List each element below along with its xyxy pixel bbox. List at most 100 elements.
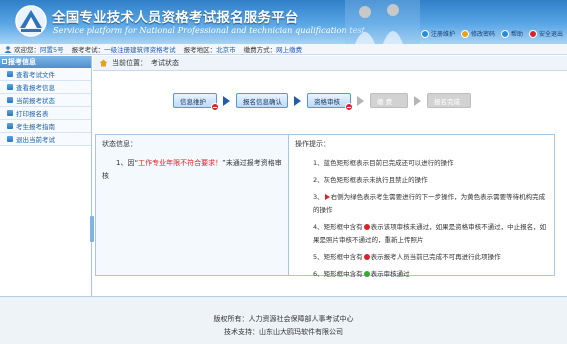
register-maintain-label: 注册维护: [430, 31, 455, 38]
tip-3: 3、 右侧为绿色表示考生需要进行的下一步操作，为黄色表示需要等待机构完成的操作: [295, 191, 548, 217]
minus-icon: [363, 254, 370, 260]
sidebar-item-label: 考生报考指南: [16, 123, 55, 131]
pta-logo-icon: [15, 5, 47, 37]
sidebar-header[interactable]: 报考信息: [0, 56, 91, 68]
user-icon: [4, 46, 12, 53]
sidebar-item-label: 查看报考信息: [16, 84, 55, 92]
step-info-maintain[interactable]: 信息维护: [173, 93, 219, 111]
tip-number: 5、: [313, 253, 324, 261]
tip-text-after: 表示审核通过: [370, 270, 410, 278]
sidebar-item-view-application[interactable]: 查看报考信息: [0, 81, 91, 94]
arrow-right-icon: [223, 95, 230, 106]
check-icon: [363, 271, 370, 277]
collapse-icon: [2, 59, 7, 64]
status-message: 1、因“工作专业年限不符合要求！”未通过报考资格审核: [102, 157, 282, 183]
arrow-right-icon: [294, 95, 301, 106]
help-icon: [500, 29, 509, 38]
region-label: 报考地区：: [183, 46, 217, 54]
welcome-label: 欢迎您：: [14, 46, 40, 54]
location-value: 考试状态: [151, 59, 179, 67]
sidebar-title: 报考信息: [8, 58, 36, 66]
list-bullet-icon: [7, 71, 13, 77]
list-bullet-icon: [7, 84, 13, 90]
sidebar-item-label: 打印报名表: [16, 110, 49, 118]
step-label: 缴 费: [377, 97, 393, 106]
error-icon: [211, 103, 219, 111]
exam-value: 一级注册建筑师资格考试: [104, 46, 176, 54]
location-label: 当前位置：: [112, 59, 147, 67]
breadcrumb: 当前位置： 考试状态: [93, 56, 567, 71]
copyright-text: 版权所有：人力资源社会保障部人事考试中心: [213, 315, 354, 323]
help-label: 帮助: [510, 31, 523, 38]
sidebar-item-view-exam-files[interactable]: 查看考试文件: [0, 68, 91, 81]
tip-text: 灰色矩形框表示未执行且禁止的操作: [323, 176, 428, 184]
status-panel: 状态信息： 1、因“工作专业年限不符合要求！”未通过报考资格审核 操作提示： 1…: [95, 134, 555, 278]
user-info-bar: 欢迎您：阿置5号 报考考试：一级注册建筑师资格考试 报考地区：北京市 缴费方式：…: [0, 44, 567, 55]
tips-box: 操作提示： 1、蓝色矩形框表示目前已完成还可以进行的操作 2、灰色矩形框表示未执…: [289, 135, 554, 278]
sidebar-item-print-form[interactable]: 打印报名表: [0, 107, 91, 120]
list-bullet-icon: [7, 97, 13, 103]
header-people-image: [345, 0, 420, 44]
list-bullet-icon: [7, 110, 13, 116]
sidebar-item-label: 当前报考状态: [16, 97, 55, 105]
sidebar-item-label: 查看考试文件: [16, 71, 55, 79]
tip-4: 4、矩形框中含有 表示该项审核未通过，如果是资格审核不通过，中止报名，如果是照片审…: [295, 221, 548, 247]
logout-label: 安全退出: [538, 31, 563, 38]
change-password-link[interactable]: 修改密码: [460, 29, 495, 38]
step-label: 报名完成: [434, 97, 460, 106]
status-title: 状态信息：: [102, 140, 137, 148]
tip-1: 1、蓝色矩形框表示目前已完成还可以进行的操作: [295, 157, 548, 170]
tip-number: 1、: [313, 159, 324, 167]
step-confirm-info[interactable]: 报名信息确认: [236, 93, 288, 108]
arrow-right-icon: [414, 95, 421, 106]
home-icon: [99, 59, 108, 67]
site-title: 全国专业技术人员资格考试报名服务平台: [52, 10, 299, 26]
status-info-box: 状态信息： 1、因“工作专业年限不符合要求！”未通过报考资格审核: [96, 135, 289, 275]
sidebar: 报考信息 查看考试文件 查看报考信息 当前报考状态 打印报名表 考生报考指南 退…: [0, 56, 94, 296]
pay-label: 缴费方式：: [243, 46, 277, 54]
logout-icon: [528, 29, 537, 38]
step-complete: 报名完成: [427, 93, 471, 108]
tip-text: 右侧为绿色表示考生需要进行的下一步操作，为黄色表示需要等待机构完成的操作: [313, 193, 546, 214]
list-bullet-icon: [7, 123, 13, 129]
site-subtitle: Service platform for National Profession…: [53, 25, 365, 35]
footer: 版权所有：人力资源社会保障部人事考试中心 技术支持：山东山大鸥玛软件有限公司: [0, 296, 567, 344]
sidebar-item-guide[interactable]: 考生报考指南: [0, 120, 91, 133]
help-link[interactable]: 帮助: [500, 29, 523, 38]
tip-text-after: 表示报考人员当前已完成不可再进行此项操作: [370, 253, 501, 261]
tip-5: 5、矩形框中含有 表示报考人员当前已完成不可再进行此项操作: [295, 251, 548, 264]
status-highlight: 工作专业年限不符合要求！: [138, 159, 223, 167]
tip-number: 3、: [313, 193, 324, 201]
sidebar-item-current-status[interactable]: 当前报考状态: [0, 94, 91, 107]
error-icon: [363, 224, 370, 230]
step-payment: 缴 费: [370, 93, 408, 108]
register-maintain-link[interactable]: 注册维护: [420, 29, 455, 38]
step-label: 资格审核: [314, 97, 340, 106]
step-label: 信息维护: [180, 97, 206, 106]
tech-support-text: 技术支持：山东山大鸥玛软件有限公司: [224, 328, 343, 336]
tips-title: 操作提示：: [295, 140, 330, 148]
sidebar-item-label: 退出当前考试: [16, 136, 55, 144]
tip-6: 6、矩形框中含有 表示审核通过: [295, 268, 548, 281]
step-qualification-review[interactable]: 资格审核: [307, 93, 353, 111]
tip-number: 4、: [313, 223, 324, 231]
tip-text-before: 矩形框中含有: [323, 223, 363, 231]
sidebar-item-exit-exam[interactable]: 退出当前考试: [0, 133, 91, 146]
tip-text-before: 矩形框中含有: [323, 270, 363, 278]
red-arrow-icon: [324, 194, 330, 200]
status-prefix: 1、因“: [116, 159, 139, 167]
pay-value: 网上缴费: [276, 46, 303, 54]
region-value: 北京市: [216, 46, 236, 54]
header: 全国专业技术人员资格考试报名服务平台 Service platform for …: [0, 0, 567, 44]
step-label: 报名信息确认: [243, 97, 282, 106]
exam-label: 报考考试：: [71, 46, 105, 54]
change-password-label: 修改密码: [470, 31, 495, 38]
list-bullet-icon: [7, 136, 13, 142]
logout-link[interactable]: 安全退出: [528, 29, 563, 38]
error-icon: [345, 103, 353, 111]
top-links: 注册维护 修改密码 帮助 安全退出: [420, 29, 563, 38]
tip-number: 2、: [313, 176, 324, 184]
key-icon: [460, 29, 469, 38]
tip-2: 2、灰色矩形框表示未执行且禁止的操作: [295, 174, 548, 187]
progress-steps: 信息维护 报名信息确认 资格审核 缴 费 报名完成: [173, 93, 471, 111]
